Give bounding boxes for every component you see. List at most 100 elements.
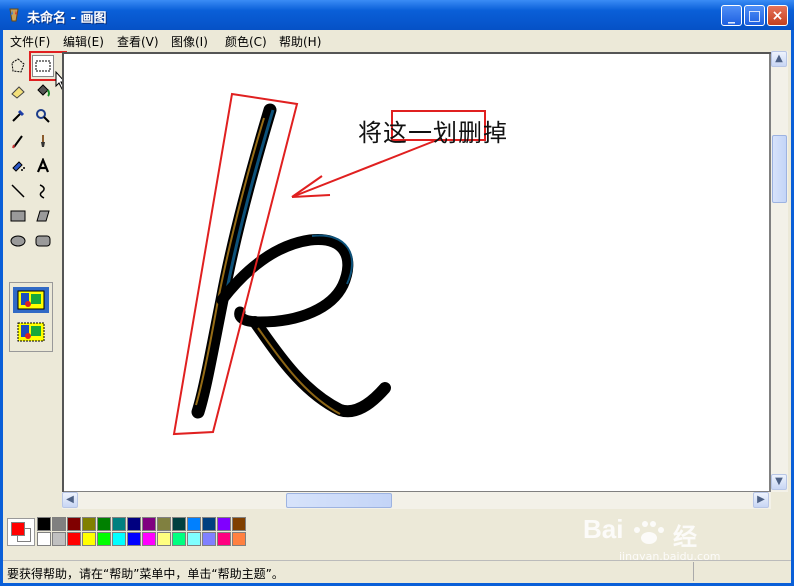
minimize-button[interactable]: _ xyxy=(721,5,742,26)
palette-color-swatch[interactable] xyxy=(67,517,81,531)
palette-color-swatch[interactable] xyxy=(52,532,66,546)
transparent-selection-icon xyxy=(17,322,45,342)
tool-pencil[interactable] xyxy=(7,130,29,152)
baidu-paw-logo: Bai xyxy=(583,514,664,544)
current-colors[interactable] xyxy=(7,518,35,546)
eyedropper-icon xyxy=(12,109,25,122)
palette-color-swatch[interactable] xyxy=(217,517,231,531)
scroll-right-icon: ▶ xyxy=(757,494,765,505)
palette-color-swatch[interactable] xyxy=(217,532,231,546)
palette-color-swatch[interactable] xyxy=(157,517,171,531)
palette-color-swatch[interactable] xyxy=(172,532,186,546)
scroll-down-icon: ▼ xyxy=(775,476,783,487)
window-title: 未命名 - 画图 xyxy=(27,11,107,26)
paint-app-icon xyxy=(9,8,19,22)
palette-color-swatch[interactable] xyxy=(157,532,171,546)
palette-color-swatch[interactable] xyxy=(82,517,96,531)
scroll-left-icon: ◀ xyxy=(66,494,74,505)
vertical-scroll-thumb[interactable] xyxy=(772,135,787,203)
tool-ellipse[interactable] xyxy=(7,230,29,252)
scroll-up-icon: ▲ xyxy=(775,53,783,64)
palette-color-swatch[interactable] xyxy=(97,532,111,546)
paint-window: 未命名 - 画图 _ □ × 文件(F) 编辑(E) 查看(V) 图像(I) 颜… xyxy=(0,0,794,586)
menu-bar: 文件(F) 编辑(E) 查看(V) 图像(I) 颜色(C) 帮助(H) xyxy=(3,30,791,50)
toolbox xyxy=(3,51,67,492)
option-opaque[interactable] xyxy=(13,287,49,313)
opaque-selection-icon xyxy=(17,290,45,310)
brush-icon xyxy=(41,135,45,147)
palette-color-swatch[interactable] xyxy=(37,517,51,531)
scroll-up-button[interactable]: ▲ xyxy=(771,51,787,67)
maximize-icon: □ xyxy=(747,8,762,24)
palette-color-swatch[interactable] xyxy=(187,532,201,546)
tool-polygon[interactable] xyxy=(32,205,54,227)
scroll-left-button[interactable]: ◀ xyxy=(62,492,78,508)
horizontal-scroll-thumb[interactable] xyxy=(286,493,392,508)
tool-text[interactable] xyxy=(32,155,54,177)
palette-color-swatch[interactable] xyxy=(142,532,156,546)
palette-color-swatch[interactable] xyxy=(232,532,246,546)
letter-k-leg xyxy=(249,316,391,418)
line-icon xyxy=(11,184,25,198)
menu-edit[interactable]: 编辑(E) xyxy=(63,33,104,50)
palette-color-swatch[interactable] xyxy=(127,517,141,531)
menu-colors[interactable]: 颜色(C) xyxy=(225,33,267,50)
minimize-icon: _ xyxy=(728,8,735,24)
tool-rounded-rect[interactable] xyxy=(32,230,54,252)
palette-color-swatch[interactable] xyxy=(112,532,126,546)
airbrush-icon xyxy=(12,161,25,172)
tool-brush[interactable] xyxy=(32,130,54,152)
close-icon: × xyxy=(771,8,784,24)
scroll-right-button[interactable]: ▶ xyxy=(753,492,769,508)
palette-color-swatch[interactable] xyxy=(172,517,186,531)
palette-color-swatch[interactable] xyxy=(187,517,201,531)
close-button[interactable]: × xyxy=(767,5,788,26)
status-divider xyxy=(693,562,694,581)
menu-image[interactable]: 图像(I) xyxy=(171,33,208,50)
canvas-annotation-text: 将这一划删掉 xyxy=(358,119,508,147)
tool-rectangle[interactable] xyxy=(7,205,29,227)
annotation-arrow xyxy=(291,139,438,198)
tool-airbrush[interactable] xyxy=(7,155,29,177)
palette-color-swatch[interactable] xyxy=(52,517,66,531)
menu-file[interactable]: 文件(F) xyxy=(10,33,50,50)
tool-curve[interactable] xyxy=(32,180,54,202)
tool-options-box xyxy=(9,282,53,352)
tool-line[interactable] xyxy=(7,180,29,202)
color-palette: Bai 经验 jingyan.baidu.com xyxy=(3,512,791,586)
polygon-icon xyxy=(36,210,50,222)
baidu-watermark: Bai 经验 jingyan.baidu.com xyxy=(583,512,721,586)
menu-help[interactable]: 帮助(H) xyxy=(279,33,321,50)
status-bar: 要获得帮助，请在“帮助”菜单中，单击“帮助主题”。 xyxy=(3,560,791,583)
palette-color-swatch[interactable] xyxy=(127,532,141,546)
palette-color-swatch[interactable] xyxy=(112,517,126,531)
palette-color-swatch[interactable] xyxy=(142,517,156,531)
tool-magnifier[interactable] xyxy=(32,105,54,127)
letter-k-loop xyxy=(216,234,354,328)
palette-color-swatch[interactable] xyxy=(202,517,216,531)
title-bar[interactable]: 未命名 - 画图 _ □ × xyxy=(0,0,794,30)
maximize-button[interactable]: □ xyxy=(744,5,765,26)
foreground-color-swatch xyxy=(11,522,25,536)
magnifier-icon xyxy=(36,109,50,123)
vertical-scrollbar[interactable]: ▲ ▼ xyxy=(771,51,788,492)
option-transparent[interactable] xyxy=(13,319,49,345)
palette-color-swatch[interactable] xyxy=(97,517,111,531)
ellipse-icon xyxy=(10,235,26,247)
menu-view[interactable]: 查看(V) xyxy=(117,33,159,50)
palette-color-swatch[interactable] xyxy=(67,532,81,546)
tool-color-picker[interactable] xyxy=(7,105,29,127)
text-tool-icon xyxy=(36,158,50,173)
status-text: 要获得帮助，请在“帮助”菜单中，单击“帮助主题”。 xyxy=(7,567,284,581)
palette-color-swatch[interactable] xyxy=(82,532,96,546)
curve-icon xyxy=(39,184,45,199)
palette-color-swatch[interactable] xyxy=(37,532,51,546)
pencil-icon xyxy=(12,135,23,149)
drawing-canvas[interactable]: 将这一划删掉 xyxy=(64,54,769,491)
rectangle-icon xyxy=(10,210,26,222)
palette-color-swatch[interactable] xyxy=(202,532,216,546)
horizontal-scrollbar[interactable]: ◀ ▶ xyxy=(62,492,771,509)
rounded-rect-icon xyxy=(35,235,51,247)
palette-color-swatch[interactable] xyxy=(232,517,246,531)
scroll-down-button[interactable]: ▼ xyxy=(771,474,787,490)
